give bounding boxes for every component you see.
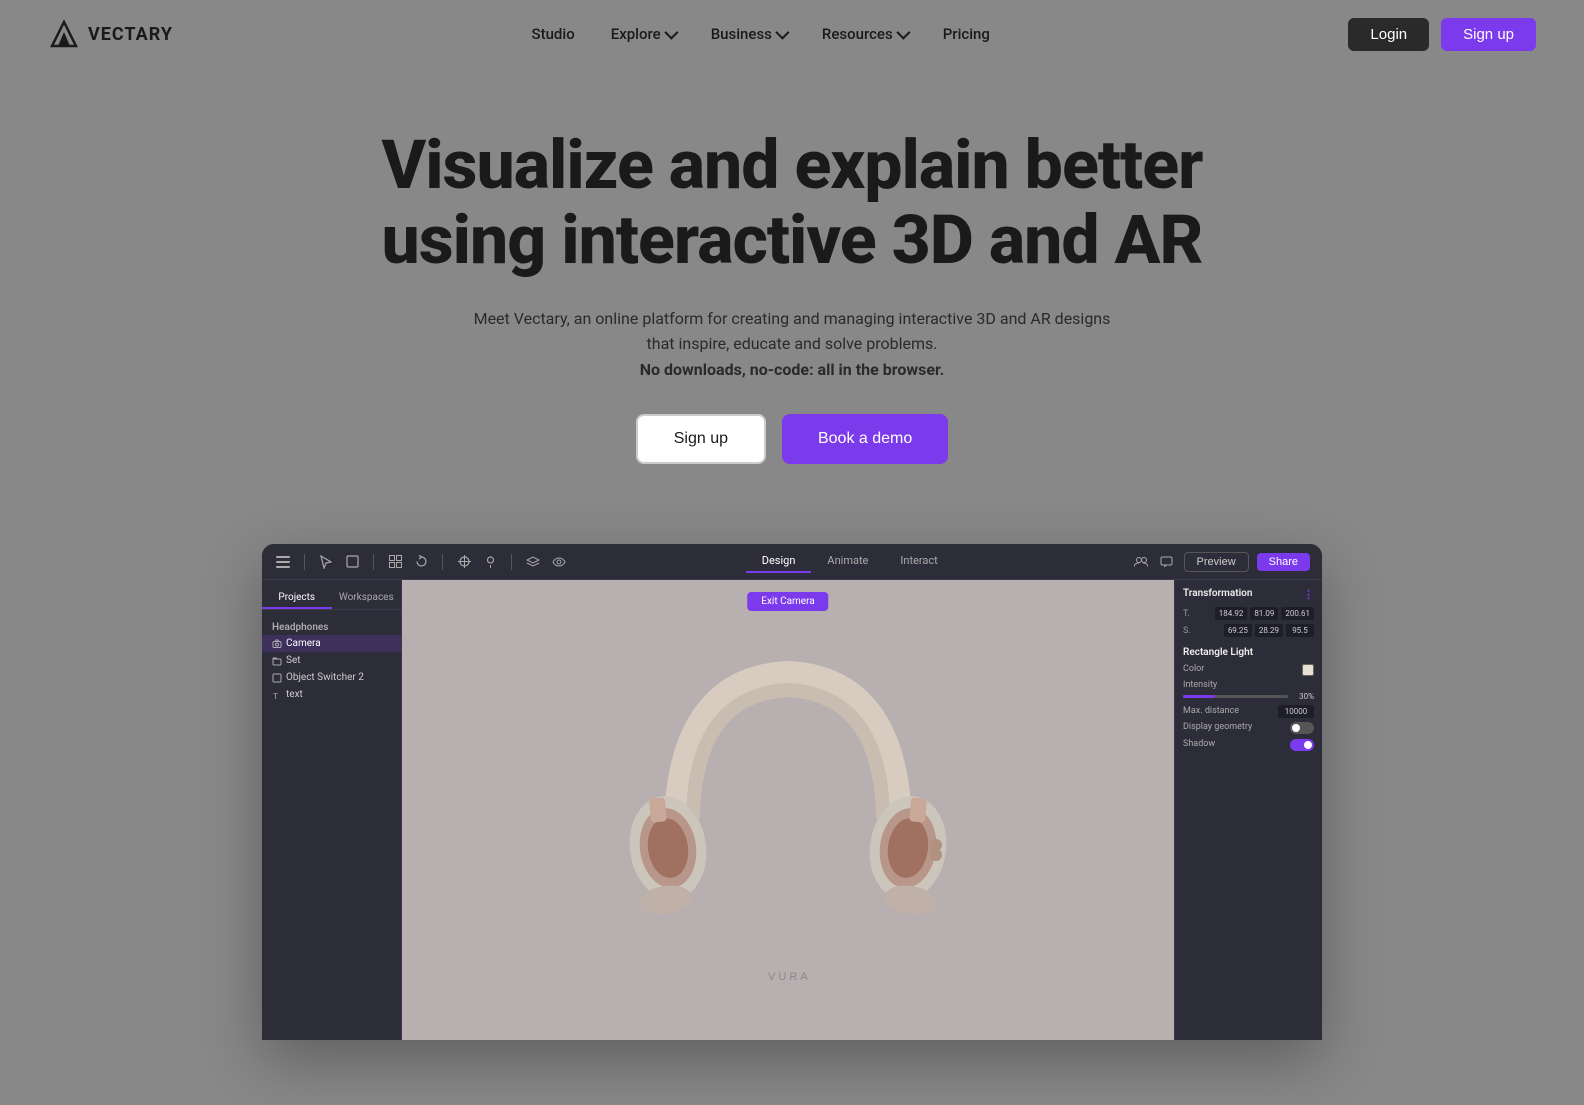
rectangle-light-section: Rectangle Light Color Intensity 30% Max.… bbox=[1183, 647, 1314, 751]
nav-studio[interactable]: Studio bbox=[532, 25, 575, 43]
app-preview: Design Animate Interact Preview Share Pr… bbox=[262, 544, 1322, 1040]
tab-workspaces[interactable]: Workspaces bbox=[332, 588, 402, 609]
list-item[interactable]: Set bbox=[262, 652, 401, 669]
comment-icon[interactable] bbox=[1158, 553, 1176, 571]
toolbar-separator bbox=[304, 554, 305, 570]
rotate-icon[interactable] bbox=[412, 553, 430, 571]
tab-interact[interactable]: Interact bbox=[884, 550, 953, 573]
light-icon[interactable] bbox=[481, 553, 499, 571]
hero-demo-button[interactable]: Book a demo bbox=[782, 414, 948, 464]
display-geometry-row: Display geometry bbox=[1183, 722, 1314, 734]
tab-animate[interactable]: Animate bbox=[811, 550, 884, 573]
nav-links: Studio Explore Business Resources Pricin… bbox=[532, 25, 990, 43]
hero-section: Visualize and explain better using inter… bbox=[0, 68, 1584, 504]
shadow-row: Shadow bbox=[1183, 739, 1314, 751]
chevron-down-icon bbox=[775, 26, 789, 40]
toolbar-left bbox=[274, 553, 568, 571]
tab-design[interactable]: Design bbox=[746, 550, 812, 573]
toolbar-separator-2 bbox=[373, 554, 374, 570]
shape-icon[interactable] bbox=[343, 553, 361, 571]
transform-icon[interactable] bbox=[455, 553, 473, 571]
color-row: Color bbox=[1183, 664, 1314, 676]
exit-camera-button[interactable]: Exit Camera bbox=[747, 592, 828, 611]
scale-row: S. 69.25 28.29 95.5 bbox=[1183, 624, 1314, 637]
hero-actions: Sign up Book a demo bbox=[20, 414, 1564, 464]
svg-text:VURA: VURA bbox=[768, 971, 811, 983]
list-item[interactable]: T text bbox=[262, 686, 401, 703]
toolbar-tabs: Design Animate Interact bbox=[746, 550, 954, 573]
navigation: VECTARY Studio Explore Business Resource… bbox=[0, 0, 1584, 68]
canvas-area: Exit Camera bbox=[402, 580, 1174, 1040]
nav-actions: Login Sign up bbox=[1348, 18, 1536, 51]
camera-icon bbox=[272, 639, 282, 649]
panel-header: Headphones bbox=[262, 618, 401, 635]
nav-explore[interactable]: Explore bbox=[611, 25, 675, 43]
menu-icon[interactable] bbox=[274, 553, 292, 571]
hero-subtitle: Meet Vectary, an online platform for cre… bbox=[462, 306, 1122, 383]
toolbar-separator-3 bbox=[442, 554, 443, 570]
toolbar-right: Preview Share bbox=[1132, 552, 1310, 572]
chevron-down-icon bbox=[896, 26, 910, 40]
signup-button[interactable]: Sign up bbox=[1441, 18, 1536, 51]
shadow-toggle[interactable] bbox=[1290, 739, 1314, 751]
display-geometry-toggle[interactable] bbox=[1290, 722, 1314, 734]
folder-icon bbox=[272, 656, 282, 666]
intensity-slider[interactable] bbox=[1183, 695, 1288, 698]
toolbar-separator-4 bbox=[511, 554, 512, 570]
text-icon: T bbox=[272, 690, 282, 700]
chevron-down-icon bbox=[664, 26, 678, 40]
object-icon bbox=[272, 673, 282, 683]
list-item[interactable]: Camera bbox=[262, 635, 401, 652]
nav-resources[interactable]: Resources bbox=[822, 25, 907, 43]
hero-signup-button[interactable]: Sign up bbox=[636, 414, 766, 464]
users-icon[interactable] bbox=[1132, 553, 1150, 571]
app-body: Projects Workspaces Headphones Camera Se… bbox=[262, 580, 1322, 1040]
logo-icon bbox=[48, 18, 80, 50]
svg-text:T: T bbox=[273, 692, 278, 700]
transformation-title: Transformation ⋮ bbox=[1183, 588, 1314, 601]
list-item[interactable]: Object Switcher 2 bbox=[262, 669, 401, 686]
transformation-section: Transformation ⋮ T. 184.92 81.09 200.61 … bbox=[1183, 588, 1314, 637]
logo[interactable]: VECTARY bbox=[48, 18, 173, 50]
color-swatch[interactable] bbox=[1302, 664, 1314, 676]
grid-icon[interactable] bbox=[386, 553, 404, 571]
max-distance-row: Max. distance 10000 bbox=[1183, 705, 1314, 718]
right-panel: Transformation ⋮ T. 184.92 81.09 200.61 … bbox=[1174, 580, 1322, 1040]
left-panel: Projects Workspaces Headphones Camera Se… bbox=[262, 580, 402, 1040]
login-button[interactable]: Login bbox=[1348, 18, 1429, 51]
panel-tabs: Projects Workspaces bbox=[262, 588, 401, 610]
headphones-illustration: VURA bbox=[578, 600, 998, 1020]
cursor-icon[interactable] bbox=[317, 553, 335, 571]
hero-title: Visualize and explain better using inter… bbox=[342, 128, 1242, 278]
preview-button[interactable]: Preview bbox=[1184, 552, 1249, 572]
intensity-slider-row: 30% bbox=[1183, 692, 1314, 701]
nav-pricing[interactable]: Pricing bbox=[943, 25, 990, 43]
rectangle-light-title: Rectangle Light bbox=[1183, 647, 1314, 658]
position-row: T. 184.92 81.09 200.61 bbox=[1183, 607, 1314, 620]
tab-projects[interactable]: Projects bbox=[262, 588, 332, 609]
nav-business[interactable]: Business bbox=[711, 25, 786, 43]
share-button[interactable]: Share bbox=[1257, 553, 1310, 571]
app-toolbar: Design Animate Interact Preview Share bbox=[262, 544, 1322, 580]
logo-text: VECTARY bbox=[88, 24, 173, 45]
eye-icon[interactable] bbox=[550, 553, 568, 571]
layers-icon[interactable] bbox=[524, 553, 542, 571]
